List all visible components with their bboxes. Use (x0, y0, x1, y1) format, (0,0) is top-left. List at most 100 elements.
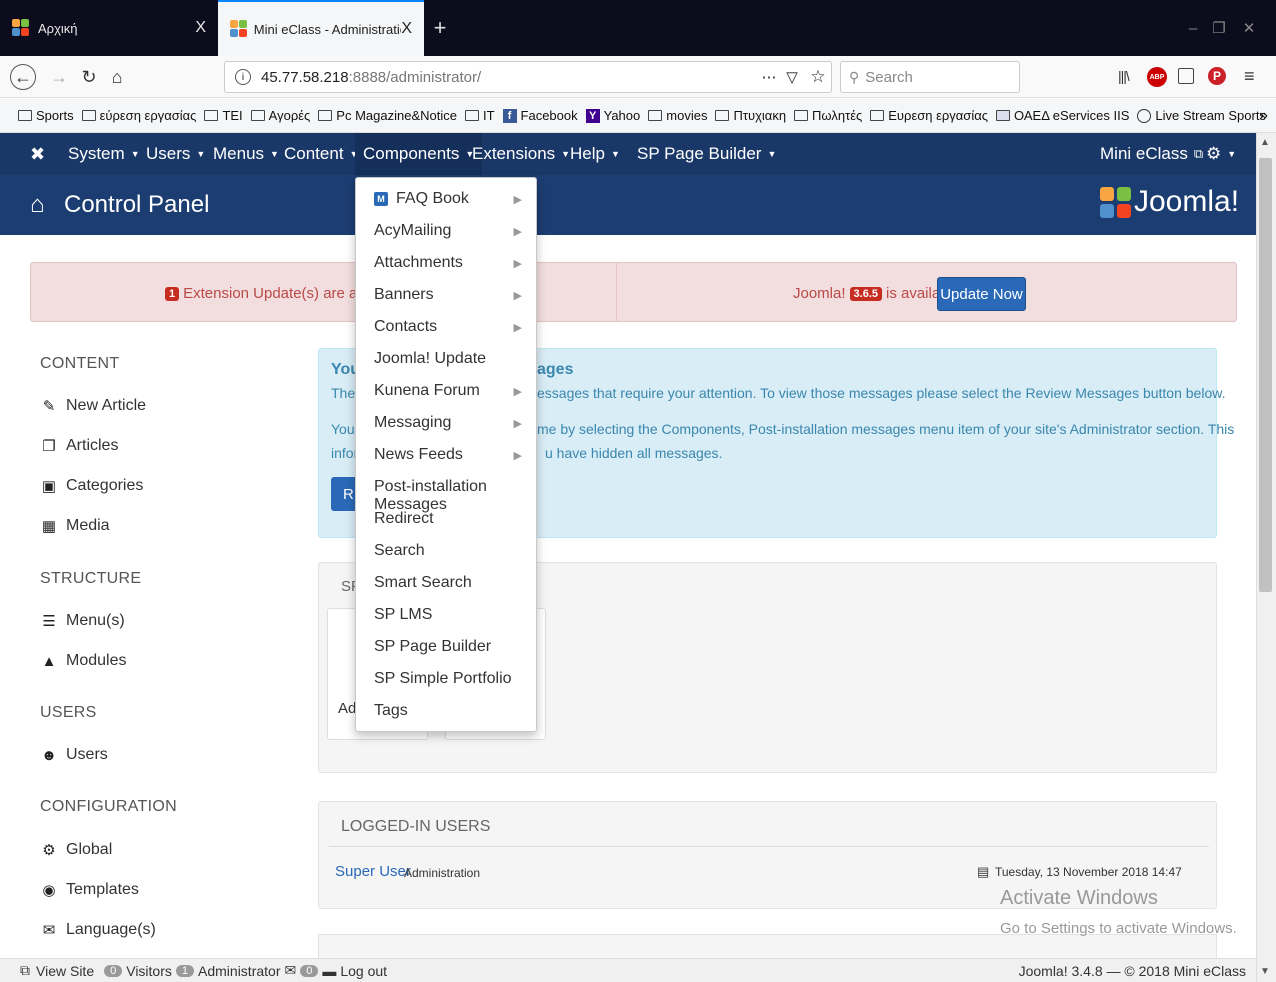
joomla-logo-icon[interactable]: ✖ (30, 144, 45, 165)
caret-down-icon: ▼ (610, 149, 620, 159)
adblock-icon[interactable]: ABP (1147, 67, 1167, 87)
menu-components[interactable]: Components ▼ (355, 133, 483, 175)
bookmark-folder[interactable]: TEI (204, 108, 243, 123)
restore-icon[interactable]: ❐ (1206, 14, 1232, 42)
browser-tab-admin[interactable]: Mini eClass - Administration - X (218, 0, 424, 56)
menu-item-banners[interactable]: Banners ▶ (374, 286, 532, 304)
forward-arrow-icon[interactable]: → (46, 64, 72, 90)
home-icon[interactable]: ⌂ (104, 64, 130, 90)
menu-extensions[interactable]: Extensions ▼ (472, 133, 570, 175)
view-site-link[interactable]: View Site (36, 963, 94, 979)
menu-item-smart-search[interactable]: Smart Search (374, 574, 532, 592)
scroll-down-icon[interactable]: ▼ (1260, 966, 1270, 977)
menu-item-sp-simple-portfolio[interactable]: SP Simple Portfolio (374, 670, 532, 688)
bookmark-folder[interactable]: Αγορές (250, 108, 310, 123)
caret-down-icon: ▼ (196, 149, 206, 159)
bookmark-yahoo[interactable]: Y Yahoo (585, 108, 640, 123)
close-window-icon[interactable]: ✕ (1236, 14, 1262, 42)
minimize-icon[interactable]: – (1180, 14, 1206, 42)
back-arrow-icon[interactable]: ← (10, 64, 36, 90)
browser-tab-home[interactable]: Αρχική X (0, 0, 218, 56)
bookmark-facebook[interactable]: f Facebook (502, 108, 578, 123)
bookmark-folder[interactable]: Πωλητές (794, 108, 862, 123)
bookmark-sports[interactable]: Sports (18, 108, 74, 123)
page-actions-icon[interactable]: ⋯ (759, 68, 779, 86)
bookmark-folder[interactable]: IT (464, 108, 495, 123)
user-settings-menu[interactable]: ⚙ ▼ (1206, 133, 1236, 175)
users-icon: ☻ (41, 746, 57, 764)
sidebar-item-languages[interactable]: ✉ Language(s) (40, 921, 156, 939)
menu-item-joomla-update[interactable]: Joomla! Update (374, 350, 532, 368)
menu-item-faq-book[interactable]: M FAQ Book ▶ (374, 190, 532, 208)
bookmark-oaed[interactable]: ΟΑΕΔ eServices IIS (996, 108, 1129, 123)
image-icon: ▦ (41, 518, 57, 535)
info-icon[interactable]: i (235, 69, 251, 85)
reader-view-icon[interactable] (1178, 68, 1194, 84)
bookmark-folder[interactable]: εύρεση εργασίας (81, 108, 197, 123)
search-box[interactable]: ⚲ Search (840, 61, 1020, 93)
sidebar-item-users[interactable]: ☻ Users (40, 746, 108, 764)
menu-users[interactable]: Users ▼ (146, 133, 205, 175)
hamburger-menu-icon[interactable]: ≡ (1244, 66, 1255, 87)
menu-item-acymailing[interactable]: AcyMailing ▶ (374, 222, 532, 240)
administrator-label[interactable]: Administrator (198, 963, 280, 979)
review-messages-button[interactable]: R (331, 477, 357, 511)
new-tab-plus-icon[interactable]: + (430, 14, 450, 42)
logged-user-link[interactable]: Super User (335, 863, 411, 880)
menu-label: System (68, 144, 125, 163)
bookmark-folder[interactable]: movies (648, 108, 707, 123)
menu-item-label: Search (374, 542, 425, 559)
menu-item-news-feeds[interactable]: News Feeds ▶ (374, 446, 532, 464)
site-link[interactable]: Mini eClass ⧉ (1100, 133, 1203, 175)
bookmark-star-icon[interactable]: ☆ (805, 67, 831, 87)
menu-item-redirect[interactable]: Redirect (374, 510, 532, 528)
menu-item-post-installation[interactable]: Post-installation Messages (374, 478, 532, 514)
messages-count-badge: 0 (300, 964, 319, 977)
menu-item-search[interactable]: Search (374, 542, 532, 560)
menu-content[interactable]: Content ▼ (284, 133, 358, 175)
pinterest-icon[interactable]: P (1208, 67, 1226, 85)
sidebar-item-modules[interactable]: ▲ Modules (40, 652, 127, 670)
bookmark-label: εύρεση εργασίας (99, 108, 197, 123)
scrollbar-thumb[interactable] (1259, 158, 1272, 592)
menu-item-contacts[interactable]: Contacts ▶ (374, 318, 532, 336)
sidebar-item-new-article[interactable]: ✎ New Article (40, 397, 146, 415)
menu-item-label: Redirect (374, 510, 434, 527)
library-icon[interactable]: |||\ (1118, 68, 1130, 84)
sidebar-label: Global (66, 841, 113, 858)
cog-icon: ⚙ (42, 842, 56, 859)
menu-item-kunena-forum[interactable]: Kunena Forum ▶ (374, 382, 532, 400)
url-bar[interactable]: i 45.77.58.218:8888/administrator/ ⋯ ▽ ☆ (224, 61, 832, 93)
pocket-icon[interactable]: ▽ (779, 68, 805, 86)
bookmark-folder[interactable]: Πτυχιακη (715, 108, 786, 123)
menu-system[interactable]: System ▼ (68, 133, 140, 175)
sidebar-item-menus[interactable]: ☰ Menu(s) (40, 612, 124, 630)
update-now-button[interactable]: Update Now (937, 277, 1026, 311)
sidebar-item-templates[interactable]: ◉ Templates (40, 881, 138, 899)
reload-icon[interactable]: ↻ (76, 64, 102, 90)
menu-item-attachments[interactable]: Attachments ▶ (374, 254, 532, 272)
menu-menus[interactable]: Menus ▼ (213, 133, 279, 175)
sidebar-item-media[interactable]: ▦ Media (40, 517, 110, 535)
menu-item-messaging[interactable]: Messaging ▶ (374, 414, 532, 432)
tab-close-icon[interactable]: X (401, 20, 412, 38)
external-link-icon: ⧉ (1193, 146, 1204, 161)
menu-help[interactable]: Help ▼ (570, 133, 620, 175)
bookmark-folder[interactable]: Pc Magazine&Notice (318, 108, 457, 123)
menu-item-sp-page-builder[interactable]: SP Page Builder (374, 638, 532, 656)
visitors-label[interactable]: Visitors (126, 963, 172, 979)
menu-sp-page-builder[interactable]: SP Page Builder ▼ (637, 133, 776, 175)
sidebar-label: Articles (66, 437, 119, 454)
menu-item-sp-lms[interactable]: SP LMS (374, 606, 532, 624)
sidebar-item-global[interactable]: ⚙ Global (40, 841, 112, 859)
sidebar-item-articles[interactable]: ❐ Articles (40, 437, 118, 455)
menu-item-tags[interactable]: Tags (374, 702, 532, 720)
more-bookmarks-chevron-icon[interactable]: » (1259, 107, 1268, 125)
bookmark-folder[interactable]: Ευρεση εργασίας (870, 108, 988, 123)
scroll-up-icon[interactable]: ▲ (1260, 137, 1270, 148)
logout-link[interactable]: Log out (340, 963, 387, 979)
search-placeholder: Search (865, 68, 913, 86)
bookmark-live-stream[interactable]: Live Stream Sports (1137, 108, 1266, 123)
tab-close-icon[interactable]: X (195, 19, 206, 37)
sidebar-item-categories[interactable]: ▣ Categories (40, 477, 143, 495)
